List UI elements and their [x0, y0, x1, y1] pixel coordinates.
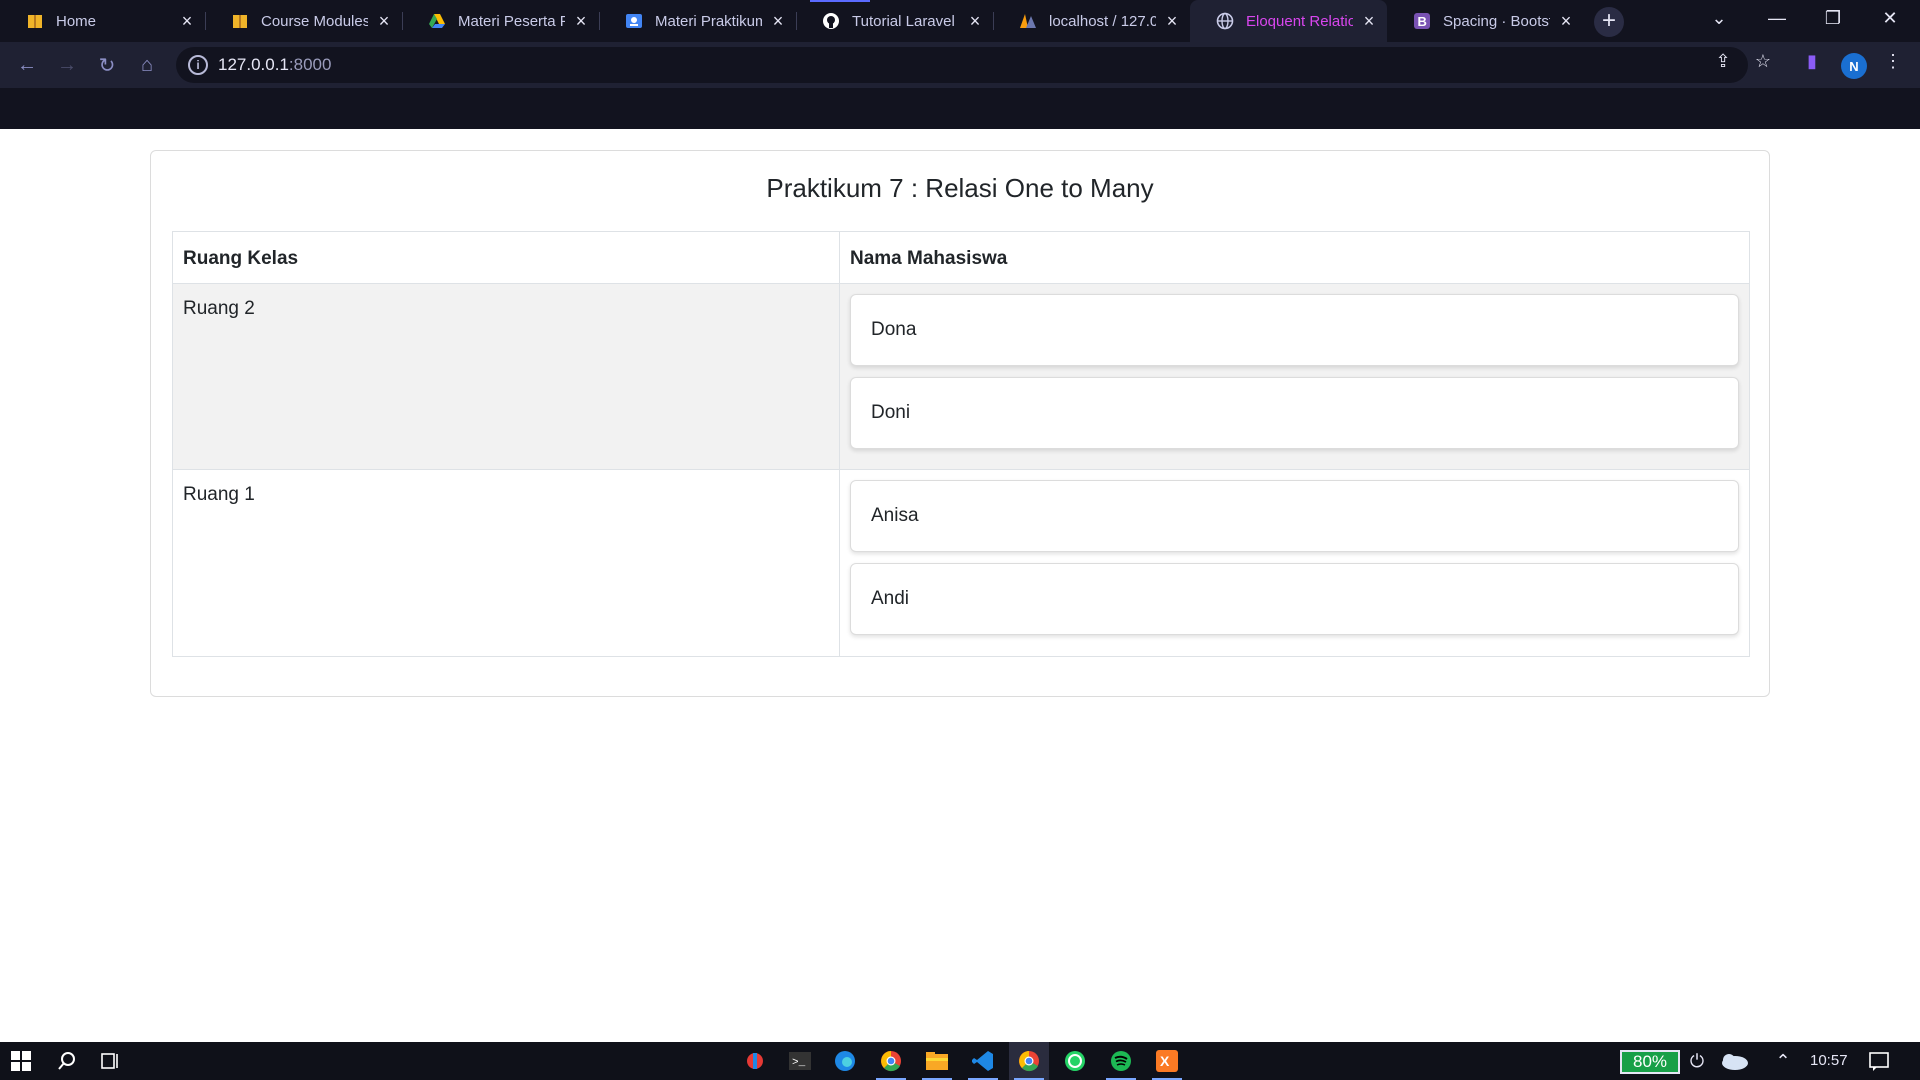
tab-search-chevron-icon[interactable]: ⌄	[1694, 0, 1744, 36]
globe-icon	[1216, 12, 1234, 30]
tab-eloquent-relation[interactable]: Eloquent Relation ×	[1190, 0, 1387, 42]
xampp-icon[interactable]: X	[1154, 1048, 1180, 1074]
close-icon[interactable]: ×	[179, 11, 195, 31]
close-icon[interactable]: ×	[573, 11, 589, 31]
snipping-tool-icon[interactable]	[742, 1048, 768, 1074]
tab-localhost[interactable]: localhost / 127.0. ×	[993, 0, 1190, 42]
column-header-nama-mahasiswa: Nama Mahasiswa	[850, 248, 1008, 269]
room-cell: Ruang 2	[173, 284, 840, 469]
forward-icon[interactable]: →	[52, 50, 82, 80]
tab-materi-praktikum[interactable]: Materi Praktikum ×	[599, 0, 796, 42]
side-panel-icon[interactable]: ▮	[1801, 50, 1823, 72]
tab-spacing-bootstrap[interactable]: B Spacing · Bootstr ×	[1387, 0, 1584, 42]
drive-icon	[428, 12, 446, 30]
home-icon[interactable]: ⌂	[132, 50, 162, 80]
search-icon[interactable]	[54, 1048, 80, 1074]
room-cell: Ruang 1	[173, 470, 840, 656]
address-bar[interactable]: i 127.0.0.1:8000	[176, 47, 1748, 83]
table-header: Ruang Kelas Nama Mahasiswa	[173, 232, 1749, 284]
onedrive-cloud-icon[interactable]	[1716, 1048, 1750, 1074]
task-view-icon[interactable]	[98, 1048, 124, 1074]
student-list-item: Doni	[850, 377, 1739, 449]
clock-time[interactable]: 10:57	[1810, 1052, 1848, 1069]
box-icon	[26, 12, 44, 30]
profile-avatar[interactable]: N	[1841, 53, 1867, 79]
bookmark-bar	[0, 88, 1920, 129]
svg-text:B: B	[1418, 14, 1427, 29]
box-icon	[231, 12, 249, 30]
close-window-button[interactable]: ✕	[1865, 0, 1915, 36]
svg-text:X: X	[1160, 1053, 1170, 1069]
students-cell: Dona Doni	[840, 284, 1749, 469]
student-list-item: Dona	[850, 294, 1739, 366]
spotify-icon[interactable]	[1108, 1048, 1134, 1074]
students-cell: Anisa Andi	[840, 470, 1749, 656]
terminal-icon[interactable]: >_	[787, 1048, 813, 1074]
classroom-icon	[625, 12, 643, 30]
vscode-icon[interactable]	[970, 1048, 996, 1074]
student-list-item: Anisa	[850, 480, 1739, 552]
tab-home[interactable]: Home ×	[0, 0, 205, 42]
close-icon[interactable]: ×	[1361, 11, 1377, 31]
tab-tutorial-laravel[interactable]: Tutorial Laravel El ×	[796, 0, 993, 42]
notification-icon[interactable]	[1866, 1048, 1892, 1074]
power-plug-icon: ⏻	[1689, 1050, 1705, 1071]
share-icon[interactable]: ⇪	[1712, 50, 1734, 72]
taskbar: >_ X 80% ⏻ ⌃ 10:57	[0, 1042, 1920, 1080]
chrome-icon[interactable]	[878, 1048, 904, 1074]
relation-table: Ruang Kelas Nama Mahasiswa Ruang 2 Dona …	[172, 231, 1750, 657]
tab-course-modules[interactable]: Course Modules: ×	[205, 0, 402, 42]
close-icon[interactable]: ×	[376, 11, 392, 31]
close-icon[interactable]: ×	[770, 11, 786, 31]
file-explorer-icon[interactable]	[924, 1048, 950, 1074]
bootstrap-icon: B	[1413, 12, 1431, 30]
chrome-active-icon[interactable]	[1009, 1042, 1049, 1080]
edge-icon[interactable]	[832, 1048, 858, 1074]
tab-materi-peserta[interactable]: Materi Peserta Pe ×	[402, 0, 599, 42]
tab-strip: Home × Course Modules: × Materi Peserta …	[0, 0, 1920, 42]
whatsapp-icon[interactable]	[1062, 1048, 1088, 1074]
table-row: Ruang 1 Anisa Andi	[173, 470, 1749, 656]
github-icon	[822, 12, 840, 30]
close-icon[interactable]: ×	[1164, 11, 1180, 31]
site-info-icon[interactable]: i	[188, 55, 208, 75]
bookmark-star-icon[interactable]: ☆	[1752, 50, 1774, 72]
svg-text:>_: >_	[792, 1057, 806, 1069]
menu-kebab-icon[interactable]: ⋮	[1882, 50, 1904, 72]
column-header-ruang-kelas: Ruang Kelas	[173, 232, 840, 283]
minimize-button[interactable]: —	[1752, 0, 1802, 36]
back-icon[interactable]: ←	[12, 50, 42, 80]
student-list-item: Andi	[850, 563, 1739, 635]
battery-indicator[interactable]: 80%	[1620, 1050, 1680, 1074]
close-icon[interactable]: ×	[967, 11, 983, 31]
chevron-up-icon[interactable]: ⌃	[1770, 1048, 1796, 1074]
close-icon[interactable]: ×	[1558, 11, 1574, 31]
restore-button[interactable]: ❐	[1808, 0, 1858, 36]
browser-toolbar: ← → ↻ ⌂ i 127.0.0.1:8000 ⇪ ☆ ▮ ⋮	[0, 42, 1920, 88]
new-tab-button[interactable]: +	[1594, 7, 1624, 37]
reload-icon[interactable]: ↻	[92, 50, 122, 80]
address-url[interactable]: 127.0.0.1:8000	[218, 55, 331, 75]
content-card: Praktikum 7 : Relasi One to Many Ruang K…	[150, 150, 1770, 697]
table-row: Ruang 2 Dona Doni	[173, 284, 1749, 470]
windows-start-icon[interactable]	[8, 1048, 34, 1074]
phpmyadmin-icon	[1019, 12, 1037, 30]
page-title: Praktikum 7 : Relasi One to Many	[766, 173, 1154, 203]
